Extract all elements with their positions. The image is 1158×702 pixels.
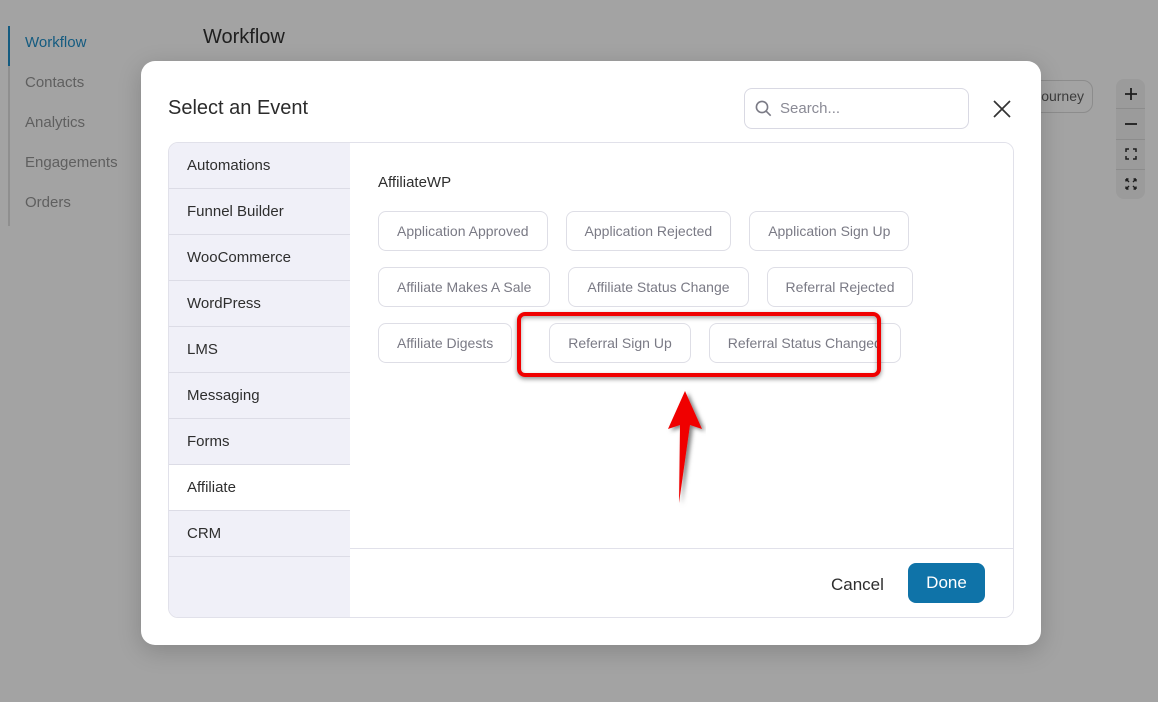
- expand-icon: [1124, 178, 1137, 191]
- category-funnel-builder[interactable]: Funnel Builder: [169, 189, 350, 235]
- category-wordpress[interactable]: WordPress: [169, 281, 350, 327]
- cancel-button[interactable]: Cancel: [831, 575, 884, 595]
- category-forms[interactable]: Forms: [169, 419, 350, 465]
- event-application-sign-up[interactable]: Application Sign Up: [749, 211, 910, 251]
- category-lms[interactable]: LMS: [169, 327, 350, 373]
- event-referral-sign-up[interactable]: Referral Sign Up: [549, 323, 691, 363]
- nav-item-contacts[interactable]: Contacts: [10, 66, 148, 106]
- category-affiliate[interactable]: Affiliate: [169, 465, 350, 511]
- select-event-modal: Select an Event Automations Funnel Build…: [141, 61, 1041, 645]
- event-group-title: AffiliateWP: [378, 174, 452, 191]
- events-pane: AffiliateWP Application Approved Applica…: [350, 143, 1013, 617]
- zoom-out-button[interactable]: [1116, 109, 1145, 140]
- plus-icon: [1124, 87, 1137, 100]
- app-sidebar-nav: Workflow Contacts Analytics Engagements …: [8, 26, 148, 226]
- search-box: [744, 88, 969, 129]
- event-referral-status-changed[interactable]: Referral Status Changed: [708, 323, 901, 363]
- event-affiliate-digests[interactable]: Affiliate Digests: [378, 323, 513, 363]
- fullscreen-button[interactable]: [1116, 170, 1145, 199]
- category-list: Automations Funnel Builder WooCommerce W…: [169, 143, 350, 617]
- page-title: Workflow: [203, 26, 285, 48]
- event-row: Affiliate Digests Referral Sign Up Refer…: [378, 323, 978, 363]
- event-application-rejected[interactable]: Application Rejected: [565, 211, 732, 251]
- nav-item-analytics[interactable]: Analytics: [10, 106, 148, 146]
- nav-item-workflow[interactable]: Workflow: [8, 26, 148, 66]
- canvas-zoom-controls: [1116, 79, 1145, 199]
- category-crm[interactable]: CRM: [169, 511, 350, 557]
- close-button[interactable]: [989, 96, 1015, 122]
- fit-screen-icon: [1124, 148, 1137, 160]
- nav-item-engagements[interactable]: Engagements: [10, 146, 148, 186]
- event-affiliate-status-change[interactable]: Affiliate Status Change: [568, 267, 749, 307]
- modal-footer: Cancel Done: [350, 548, 1013, 617]
- category-woocommerce[interactable]: WooCommerce: [169, 235, 350, 281]
- event-row: Application Approved Application Rejecte…: [378, 211, 978, 251]
- category-automations[interactable]: Automations: [169, 143, 350, 189]
- annotation-arrow-icon: [668, 391, 702, 503]
- close-icon: [993, 100, 1011, 118]
- nav-item-orders[interactable]: Orders: [10, 186, 148, 226]
- category-messaging[interactable]: Messaging: [169, 373, 350, 419]
- event-referral-rejected[interactable]: Referral Rejected: [766, 267, 914, 307]
- event-application-approved[interactable]: Application Approved: [378, 211, 548, 251]
- event-affiliate-makes-a-sale[interactable]: Affiliate Makes A Sale: [378, 267, 551, 307]
- search-input[interactable]: [780, 100, 960, 117]
- zoom-in-button[interactable]: [1116, 79, 1145, 110]
- done-button[interactable]: Done: [908, 563, 985, 603]
- event-grid: Application Approved Application Rejecte…: [378, 211, 978, 379]
- modal-title: Select an Event: [168, 97, 309, 119]
- event-row: Affiliate Makes A Sale Affiliate Status …: [378, 267, 978, 307]
- fit-view-button[interactable]: [1116, 140, 1145, 170]
- page: Workflow Contacts Analytics Engagements …: [0, 0, 1158, 702]
- minus-icon: [1124, 122, 1137, 125]
- search-icon: [755, 100, 772, 117]
- modal-body: Automations Funnel Builder WooCommerce W…: [168, 142, 1014, 618]
